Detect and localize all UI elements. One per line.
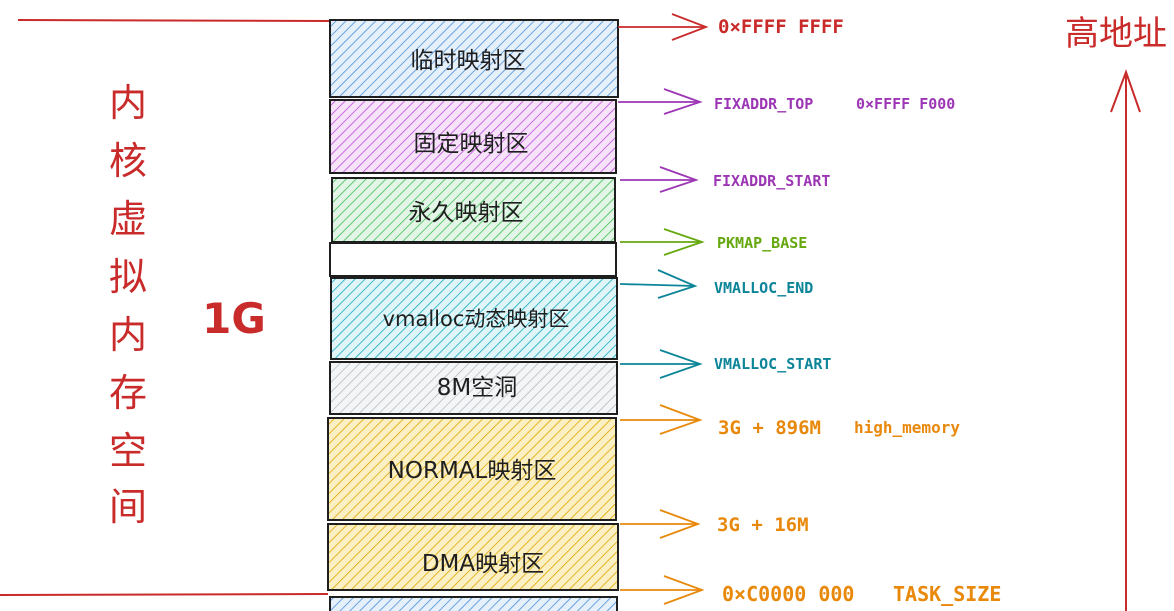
- region-temporary-mapping: 临时映射区: [329, 19, 619, 98]
- up-arrow-icon: [1110, 69, 1141, 611]
- marker-vmalloc-end: VMALLOC_END: [619, 269, 813, 299]
- region-label: DMA映射区: [422, 551, 544, 577]
- memory-regions: 临时映射区 固定映射区 永久映射区 vmalloc动态映射区 8M空洞 NORM…: [327, 19, 619, 611]
- marker-text: PKMAP_BASE: [717, 234, 807, 252]
- marker-high-memory: 3G + 896M high_memory: [620, 404, 960, 439]
- address-markers: 0×FFFF FFFF FIXADDR_TOP 0×FFFF F000 FIXA…: [618, 13, 1001, 606]
- title-char: 内: [109, 313, 147, 357]
- title-char: 存: [109, 371, 147, 415]
- size-label: 1G: [202, 294, 266, 343]
- kernel-virtual-memory-title: 内 核 虚 拟 内 存 空 间: [109, 81, 147, 529]
- marker-text: VMALLOC_START: [714, 355, 831, 373]
- marker-pkmap-base: PKMAP_BASE: [620, 228, 807, 256]
- title-char: 内: [109, 81, 147, 125]
- region-gap: [329, 242, 617, 277]
- region-normal-mapping: NORMAL映射区: [327, 417, 617, 521]
- marker-3g-16m: 3G + 16M: [620, 509, 809, 539]
- region-label: 临时映射区: [411, 48, 526, 74]
- title-char: 核: [109, 139, 147, 183]
- marker-max-address: 0×FFFF FFFF: [618, 13, 844, 41]
- region-label: NORMAL映射区: [388, 458, 557, 484]
- title-char: 空: [109, 429, 147, 473]
- bottom-boundary-line: [0, 593, 329, 596]
- marker-fixaddr-start: FIXADDR_START: [620, 166, 830, 193]
- region-vmalloc: vmalloc动态映射区: [330, 277, 618, 360]
- marker-text: 0×C0000 000: [722, 582, 854, 606]
- marker-vmalloc-start: VMALLOC_START: [620, 349, 831, 379]
- title-char: 拟: [109, 255, 147, 299]
- region-permanent-mapping: 永久映射区: [331, 177, 616, 243]
- marker-text: 3G + 16M: [717, 514, 809, 536]
- region-fixed-mapping: 固定映射区: [329, 99, 617, 174]
- marker-fixaddr-top: FIXADDR_TOP 0×FFFF F000: [618, 88, 955, 115]
- high-address-label: 高地址: [1065, 14, 1167, 54]
- memory-layout-diagram: 内 核 虚 拟 内 存 空 间 1G 高地址 临时映射区 固定映射区 永久映射区: [0, 13, 1167, 611]
- marker-extra: TASK_SIZE: [893, 582, 1001, 606]
- marker-text: FIXADDR_START: [713, 172, 830, 190]
- region-8m-hole: 8M空洞: [329, 361, 618, 415]
- region-dma-mapping: DMA映射区: [327, 523, 619, 591]
- marker-text: 0×FFFF FFFF: [718, 16, 844, 38]
- marker-extra: high_memory: [854, 418, 960, 437]
- region-label: 永久映射区: [409, 200, 524, 226]
- title-char: 虚: [109, 197, 147, 241]
- region-user-space-partial: [329, 596, 618, 611]
- marker-text: FIXADDR_TOP: [714, 95, 813, 113]
- title-char: 间: [109, 485, 147, 529]
- marker-extra: 0×FFFF F000: [856, 95, 955, 113]
- marker-text: 3G + 896M: [718, 417, 821, 439]
- region-label: 8M空洞: [437, 375, 517, 401]
- marker-task-size: 0×C0000 000 TASK_SIZE: [620, 575, 1001, 606]
- region-label: vmalloc动态映射区: [383, 307, 570, 331]
- region-label: 固定映射区: [414, 131, 529, 157]
- marker-text: VMALLOC_END: [714, 279, 813, 297]
- top-boundary-line: [17, 19, 331, 22]
- arrow-right-icon: [657, 269, 698, 299]
